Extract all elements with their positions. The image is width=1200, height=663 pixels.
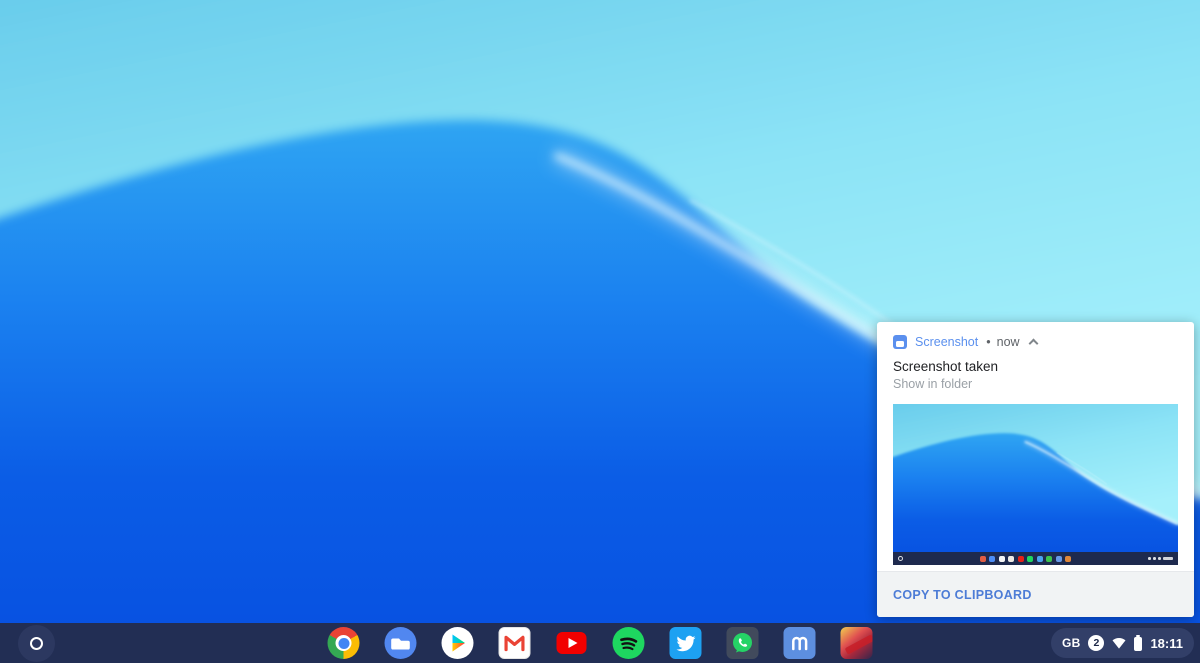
- gmail-envelope-icon: [500, 627, 530, 659]
- dot-separator: •: [986, 335, 990, 349]
- twitter-bird-icon: [676, 634, 695, 653]
- spotify-app-icon[interactable]: [613, 627, 645, 659]
- youtube-play-icon: [557, 632, 587, 654]
- thumbnail-shelf: [893, 552, 1178, 565]
- files-app-icon[interactable]: [385, 627, 417, 659]
- mini-launcher-icon: [898, 556, 903, 561]
- mini-app-dot: [1065, 556, 1071, 562]
- youtube-app-icon[interactable]: [556, 627, 588, 659]
- launcher-circle-icon: [30, 637, 43, 650]
- play-store-app-icon[interactable]: [442, 627, 474, 659]
- notification-timestamp: now: [997, 335, 1020, 349]
- mini-app-dot: [1008, 556, 1014, 562]
- shelf: GB 2 18:11: [0, 623, 1200, 663]
- screenshot-app-icon: [893, 335, 907, 349]
- mini-app-dot: [1018, 556, 1024, 562]
- clock: 18:11: [1150, 636, 1183, 651]
- mini-app-dot: [980, 556, 986, 562]
- launcher-button[interactable]: [18, 625, 55, 662]
- folder-icon: [385, 627, 417, 659]
- mini-tray: [1148, 557, 1173, 561]
- battery-icon: [1134, 637, 1142, 651]
- screenshot-notification[interactable]: Screenshot • now Screenshot taken Show i…: [877, 322, 1194, 617]
- whatsapp-phone-icon: [727, 627, 759, 659]
- chrome-app-icon[interactable]: [328, 627, 360, 659]
- gmail-app-icon[interactable]: [499, 627, 531, 659]
- mini-app-dot: [989, 556, 995, 562]
- mastodon-m-icon: [784, 627, 816, 659]
- twitter-app-icon[interactable]: [670, 627, 702, 659]
- notification-header: Screenshot • now: [877, 322, 1194, 349]
- game-app-icon[interactable]: [841, 627, 873, 659]
- wifi-icon: [1112, 637, 1126, 649]
- mini-app-dot: [1046, 556, 1052, 562]
- notification-count-badge: 2: [1088, 635, 1104, 651]
- mini-app-dot: [1037, 556, 1043, 562]
- thumbnail-wallpaper: [893, 404, 1178, 565]
- play-triangle-icon: [442, 627, 474, 659]
- chevron-up-icon: [1028, 339, 1038, 349]
- keyboard-layout-indicator: GB: [1062, 636, 1080, 650]
- whatsapp-app-icon[interactable]: [727, 627, 759, 659]
- notification-action-bar: COPY TO CLIPBOARD: [877, 571, 1194, 617]
- mini-app-dot: [1027, 556, 1033, 562]
- chromeos-desktop: Screenshot • now Screenshot taken Show i…: [0, 0, 1200, 663]
- notification-source: Screenshot: [915, 335, 978, 349]
- notification-title: Screenshot taken: [877, 349, 1194, 374]
- mini-app-dot: [999, 556, 1005, 562]
- show-in-folder-link[interactable]: Show in folder: [877, 374, 1194, 391]
- spotify-waves-icon: [613, 627, 645, 659]
- mastodon-app-icon[interactable]: [784, 627, 816, 659]
- game-artwork: [845, 634, 873, 654]
- notification-meta: • now: [986, 335, 1019, 349]
- screenshot-thumbnail[interactable]: [893, 404, 1178, 565]
- status-tray[interactable]: GB 2 18:11: [1051, 628, 1194, 658]
- chrome-hub-icon: [336, 635, 352, 651]
- shelf-apps: [328, 627, 873, 659]
- mini-app-dot: [1056, 556, 1062, 562]
- copy-to-clipboard-button[interactable]: COPY TO CLIPBOARD: [893, 588, 1032, 602]
- notification-collapse-button[interactable]: [1028, 335, 1039, 349]
- thumb-shelf-apps: [980, 556, 1072, 562]
